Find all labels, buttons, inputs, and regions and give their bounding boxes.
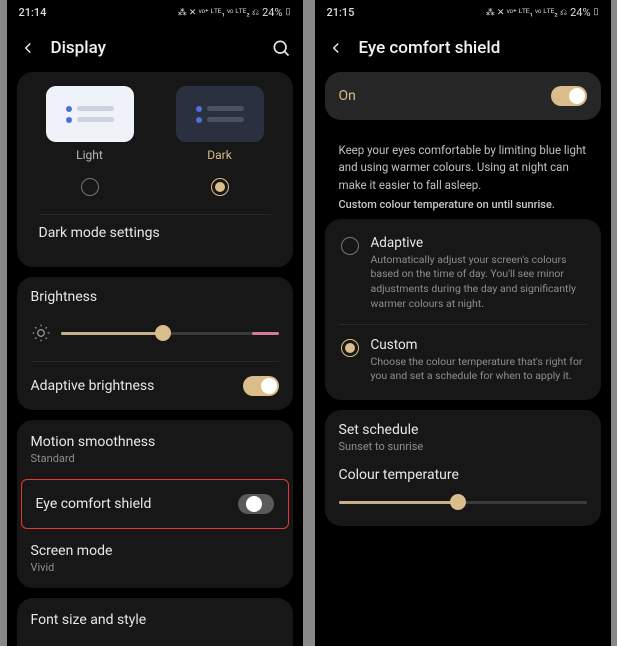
option-custom[interactable]: Custom Choose the colour temperature tha…	[325, 325, 601, 396]
light-theme-thumb	[46, 86, 134, 142]
brightness-card: Brightness Adaptive brightness	[17, 277, 293, 410]
custom-on-until-text: Custom colour temperature on until sunri…	[325, 198, 601, 219]
dark-theme-thumb	[176, 86, 264, 142]
brightness-label: Brightness	[31, 289, 279, 305]
on-toggle-row[interactable]: On	[325, 72, 601, 120]
eye-comfort-on-toggle[interactable]	[551, 86, 587, 106]
status-bar: 21:14 ⁂ ✕ ᵛᵒ⁺ ᴸᵀᴱ₁ ᵛᵒ ᴸᵀᴱ₂ ⎌ 24% ▯	[7, 0, 303, 24]
eye-comfort-shield-row[interactable]: Eye comfort shield	[22, 480, 288, 528]
back-icon[interactable]	[19, 39, 37, 57]
colour-temperature-label: Colour temperature	[339, 467, 587, 483]
dark-label: Dark	[155, 148, 285, 162]
eye-comfort-screen: 21:15 ⁂ ✕ ᵛᵒ⁺ ᴸᵀᴱ₁ ᵛᵒ ᴸᵀᴱ₂ ⎌ 24% ▯ Eye c…	[315, 0, 611, 646]
motion-smoothness-row[interactable]: Motion smoothness Standard	[17, 420, 293, 479]
status-bar: 21:15 ⁂ ✕ ᵛᵒ⁺ ᴸᵀᴱ₁ ᵛᵒ ᴸᵀᴱ₂ ⎌ 24% ▯	[315, 0, 611, 24]
font-size-row[interactable]: Font size and style	[17, 598, 293, 642]
theme-option-dark[interactable]: Dark	[155, 86, 285, 162]
status-indicators: ⁂ ✕ ᵛᵒ⁺ ᴸᵀᴱ₁ ᵛᵒ ᴸᵀᴱ₂ ⎌ 24% ▯	[486, 6, 599, 19]
mode-options-card: Adaptive Automatically adjust your scree…	[325, 219, 601, 400]
theme-selector-card: Light Dark Dark mode set	[17, 72, 293, 267]
adaptive-brightness-row[interactable]: Adaptive brightness	[17, 362, 293, 410]
page-title: Display	[51, 38, 257, 58]
display-options-card: Motion smoothness Standard Eye comfort s…	[17, 420, 293, 588]
display-settings-screen: 21:14 ⁂ ✕ ᵛᵒ⁺ ᴸᵀᴱ₁ ᵛᵒ ᴸᵀᴱ₂ ⎌ 24% ▯ Displ…	[7, 0, 303, 646]
battery-icon: ▯	[594, 7, 599, 17]
radio-dark[interactable]	[211, 178, 229, 196]
schedule-temperature-card: Set schedule Sunset to sunrise Colour te…	[325, 410, 601, 526]
app-bar: Display	[7, 24, 303, 72]
status-indicators: ⁂ ✕ ᵛᵒ⁺ ᴸᵀᴱ₁ ᵛᵒ ᴸᵀᴱ₂ ⎌ 24% ▯	[178, 6, 291, 19]
battery-icon: ▯	[286, 7, 291, 17]
radio-adaptive[interactable]	[341, 237, 359, 255]
brightness-icon	[31, 323, 51, 343]
description-text: Keep your eyes comfortable by limiting b…	[325, 130, 601, 198]
dark-mode-settings-row[interactable]: Dark mode settings	[25, 215, 285, 251]
radio-custom[interactable]	[341, 339, 359, 357]
status-time: 21:14	[19, 6, 47, 19]
search-icon[interactable]	[271, 38, 291, 58]
screen-mode-row[interactable]: Screen mode Vivid	[17, 529, 293, 588]
brightness-slider[interactable]	[61, 332, 279, 335]
eye-comfort-toggle[interactable]	[238, 494, 274, 514]
back-icon[interactable]	[327, 39, 345, 57]
page-title: Eye comfort shield	[359, 38, 599, 58]
set-schedule-row[interactable]: Set schedule Sunset to sunrise	[339, 422, 587, 453]
text-options-card: Font size and style Screen zoom	[17, 598, 293, 646]
status-time: 21:15	[327, 6, 355, 19]
adaptive-brightness-toggle[interactable]	[243, 376, 279, 396]
option-adaptive[interactable]: Adaptive Automatically adjust your scree…	[325, 223, 601, 324]
radio-light[interactable]	[81, 178, 99, 196]
theme-option-light[interactable]: Light	[25, 86, 155, 162]
light-label: Light	[25, 148, 155, 162]
on-toggle-card: On	[325, 72, 601, 120]
screen-zoom-row[interactable]: Screen zoom	[17, 642, 293, 646]
app-bar: Eye comfort shield	[315, 24, 611, 72]
colour-temperature-slider[interactable]	[339, 501, 587, 504]
